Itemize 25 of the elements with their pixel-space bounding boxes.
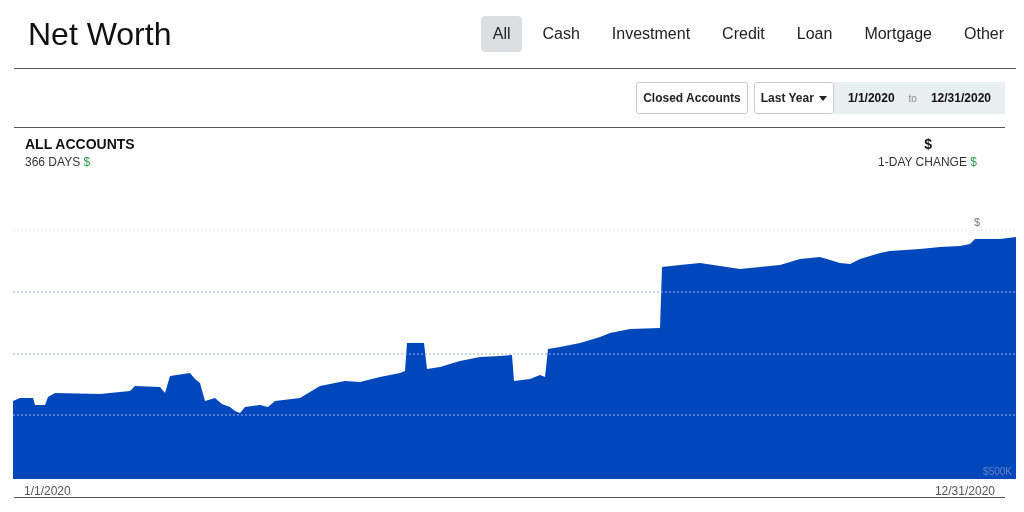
end-date: 12/31/2020 [930,91,991,105]
category-tab[interactable]: Investment [599,16,703,52]
category-tab[interactable]: Cash [530,16,592,52]
days-label: 366 DAYS [25,155,81,169]
axis-start-date: 1/1/2020 [24,484,71,497]
category-tab[interactable]: Other [952,16,1016,52]
change-value: $ [970,155,977,169]
category-tab[interactable]: All [480,16,523,52]
days-change-value: $ [83,155,91,169]
date-range-field[interactable]: 1/1/2020 to 12/31/2020 [833,82,1005,114]
category-tab[interactable]: Credit [710,16,777,52]
date-range-dropdown[interactable]: Last Year [753,82,834,114]
axis-end-date: 12/31/2020 [934,484,995,497]
start-date: 1/1/2020 [847,91,895,105]
max-value-label: $ [974,216,981,228]
accounts-title: ALL ACCOUNTS [25,136,135,152]
min-value-label: $500K [983,466,1012,477]
closed-accounts-button[interactable]: Closed Accounts [636,82,748,114]
caret-icon [818,95,827,101]
total-value: $ [924,136,932,152]
to-label: to [908,92,917,104]
change-label: 1-DAY CHANGE [878,155,967,169]
category-tab[interactable]: Loan [784,16,845,52]
page-title: Net Worth [27,15,172,53]
category-tab[interactable]: Mortgage [852,16,944,52]
